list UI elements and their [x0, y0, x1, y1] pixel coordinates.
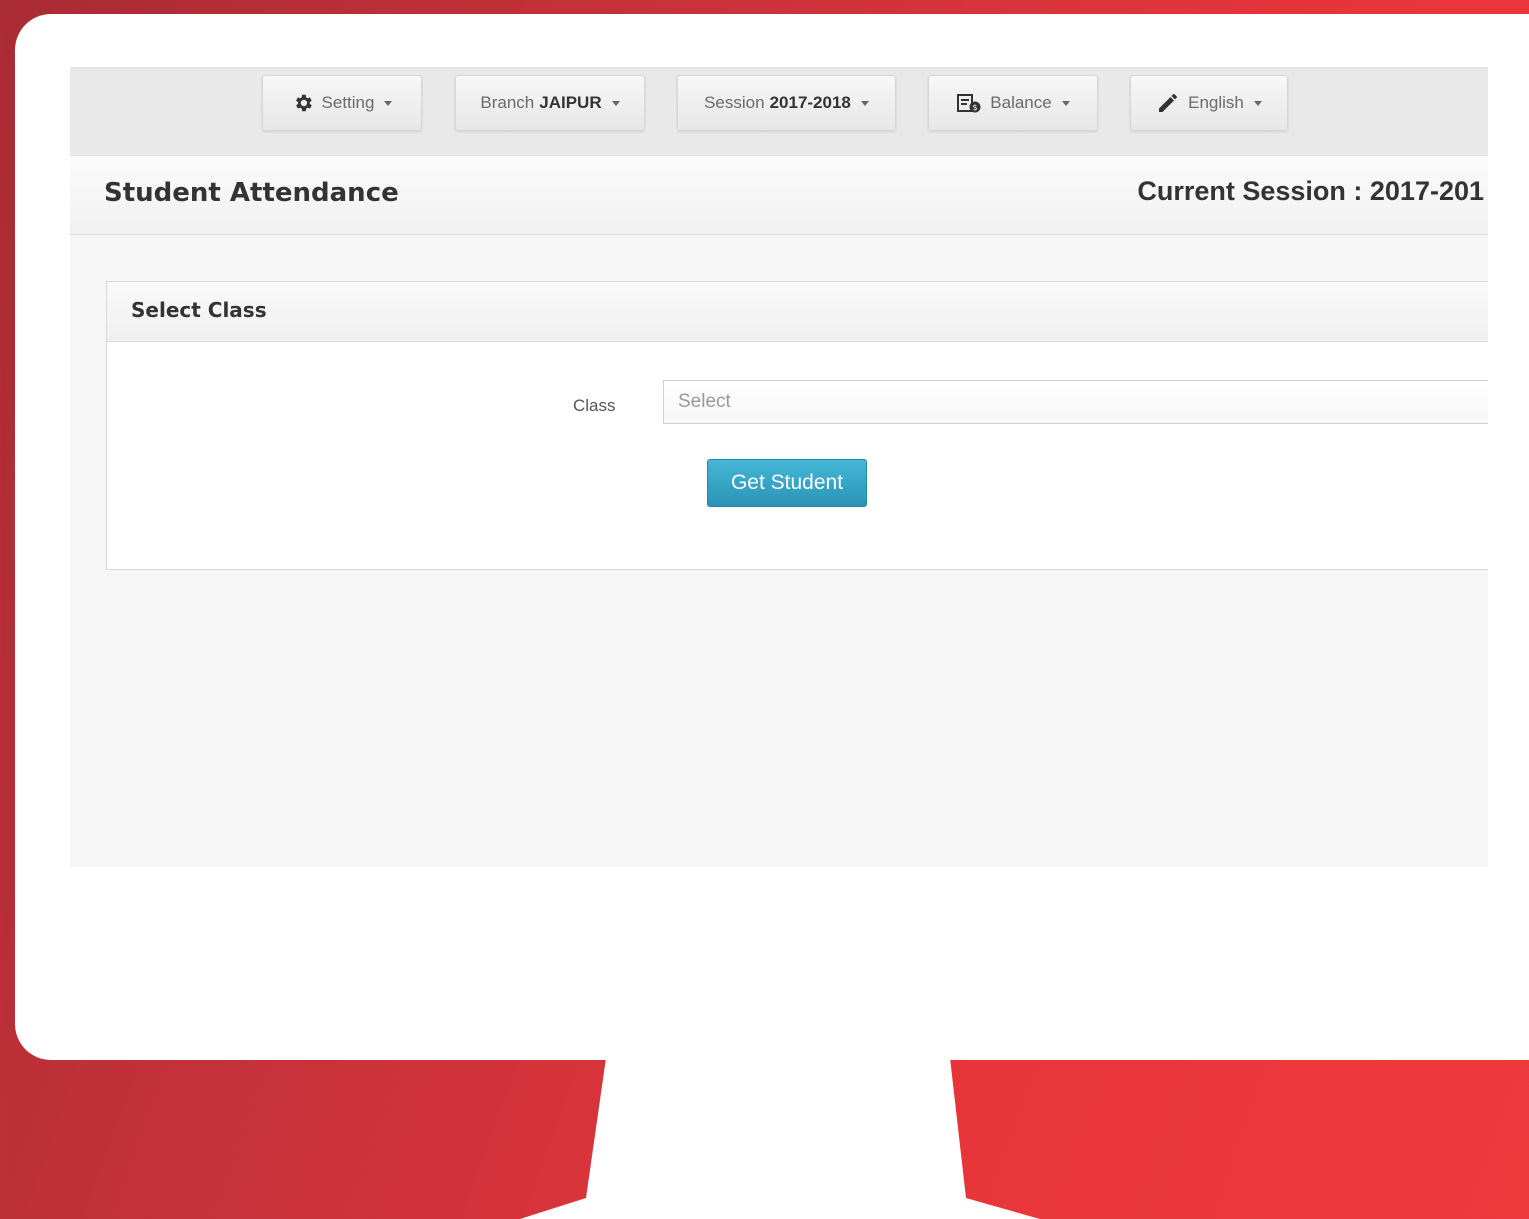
- gear-icon: [292, 92, 314, 114]
- page-header: Student Attendance Current Session : 201…: [70, 156, 1488, 235]
- current-session-label: Current Session : 2017-201: [1137, 176, 1484, 206]
- chevron-down-icon: [1061, 100, 1070, 106]
- get-student-button[interactable]: Get Student: [707, 459, 867, 507]
- top-navbar: Setting Branch JAIPUR Session 2017-2018: [70, 67, 1488, 156]
- class-label: Class: [573, 396, 616, 415]
- chevron-down-icon: [1253, 100, 1262, 106]
- balance-icon: $: [956, 92, 982, 114]
- branch-value: JAIPUR: [539, 93, 602, 112]
- svg-text:$: $: [973, 103, 978, 112]
- class-select[interactable]: Select: [663, 380, 1488, 424]
- language-dropdown[interactable]: English: [1130, 75, 1288, 131]
- session-value: 2017-2018: [769, 93, 851, 112]
- pencil-icon: [1156, 91, 1180, 115]
- setting-label: Setting: [321, 93, 375, 112]
- panel-title: Select Class: [131, 298, 267, 322]
- select-class-panel: Select Class Class Select Get Student: [106, 281, 1488, 570]
- chevron-down-icon: [860, 100, 869, 106]
- chevron-down-icon: [384, 100, 393, 106]
- branch-dropdown[interactable]: Branch JAIPUR: [455, 75, 645, 131]
- chevron-down-icon: [611, 100, 620, 106]
- branch-prefix: Branch: [480, 93, 535, 112]
- session-prefix: Session: [704, 93, 765, 112]
- setting-dropdown[interactable]: Setting: [262, 75, 422, 131]
- balance-dropdown[interactable]: $ Balance: [928, 75, 1098, 131]
- balance-label: Balance: [990, 93, 1052, 112]
- panel-heading: Select Class: [107, 282, 1488, 342]
- session-dropdown[interactable]: Session 2017-2018: [677, 75, 896, 131]
- app-screen: Setting Branch JAIPUR Session 2017-2018: [70, 67, 1488, 867]
- page-title: Student Attendance: [104, 178, 399, 208]
- monitor-stand: [520, 1058, 1040, 1219]
- language-label: English: [1188, 93, 1244, 112]
